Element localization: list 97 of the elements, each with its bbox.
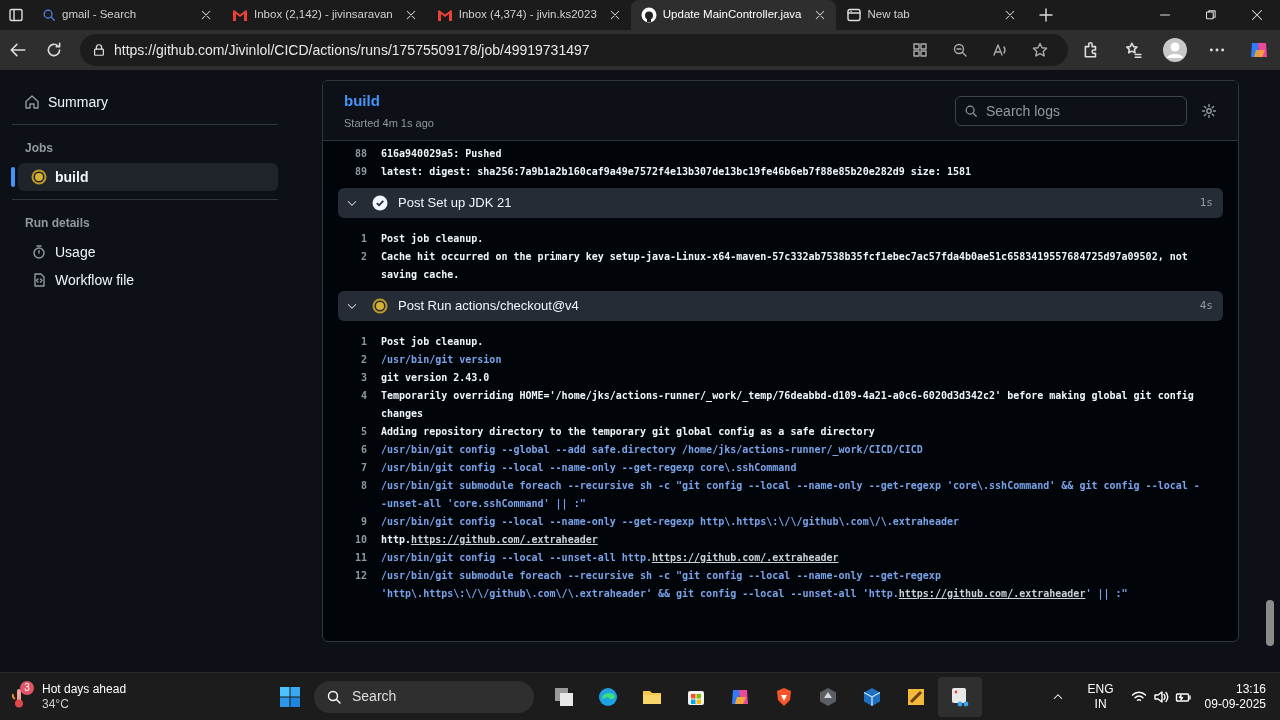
snipping-tool-icon[interactable]: [938, 676, 982, 717]
line-number: 88: [353, 147, 367, 161]
command-line: /usr/bin/git config --local --name-only --get-regexp core\.sshCommand: [381, 461, 798, 475]
taskbar-search[interactable]: Search: [314, 680, 534, 713]
command-line: /usr/bin/git submodule foreach --recursive sh -c "git config --local --name-only --get-regexp 'http\.https\:\/\/github\.com\/\.extraheader' && git config --local --unset-all 'http.https://github.com/.extraheader' || :": [381, 569, 1129, 602]
browser-tab[interactable]: Inbox (4,374) - jivin.ks2023: [426, 0, 631, 30]
line-number: 8: [359, 479, 367, 493]
temperature: 34°C: [42, 696, 70, 712]
home-icon: [24, 94, 40, 110]
code-file-icon: [31, 272, 47, 288]
in-progress-icon: [31, 169, 47, 185]
close-icon[interactable]: [1003, 9, 1016, 21]
search-placeholder: Search: [352, 687, 397, 706]
log-line: latest: digest: sha256:7a9b1a2b160caf9a49e7572f4e13b307de13bc19fe46b6eb7f88e85b20e282d9 size: 1581: [381, 165, 972, 179]
line-number: 1: [359, 335, 367, 349]
item-label: Usage: [55, 242, 96, 262]
sidebar-item[interactable]: Workflow file: [18, 266, 278, 294]
summary-link[interactable]: Summary: [12, 88, 278, 116]
check-circle-icon: [372, 195, 388, 211]
log-link[interactable]: https://github.com/.extraheader: [898, 588, 1086, 599]
tab-title: gmail - Search: [62, 7, 138, 23]
line-number: 3: [359, 371, 367, 385]
log-line: Post job cleanup.: [381, 335, 485, 349]
line-number: 12: [353, 569, 367, 583]
notification-badge: 3: [20, 680, 34, 695]
search-icon: [964, 103, 978, 118]
log-line: 616a940029a5: Pushed: [381, 147, 503, 161]
stopwatch-icon: [31, 244, 47, 260]
tab-title: Inbox (4,374) - jivin.ks2023: [458, 7, 597, 23]
line-number: 5: [359, 425, 367, 439]
job-start-time: Started 4m 1s ago: [344, 115, 435, 131]
envelope-icon: [232, 8, 248, 22]
window-icon: [845, 7, 862, 23]
scrollbar-thumb[interactable]: [1266, 600, 1274, 646]
close-icon[interactable]: [200, 9, 212, 21]
line-number: 11: [353, 551, 367, 565]
line-number: 2: [359, 250, 367, 264]
line-number: 2: [359, 353, 367, 367]
browser-tab[interactable]: Update MainController.java: [630, 0, 836, 30]
thermometer-icon: [12, 686, 26, 709]
line-number: 10: [353, 533, 367, 547]
language-indicator[interactable]: ENG IN: [1078, 681, 1123, 712]
log-line: git version 2.43.0: [381, 371, 491, 385]
close-icon[interactable]: [813, 9, 826, 21]
tab-title: Update MainController.java: [662, 7, 802, 23]
log-line: http.https://github.com/.extraheader: [381, 533, 599, 547]
log-line: Temporarily overriding HOME='/home/jks/actions-runner/_work/_temp/76deabbd-d109-4a21-a0c6-6020d3d342c2' before making global git config changes: [381, 389, 1195, 421]
browser-tab[interactable]: Inbox (2,142) - jivinsaravan: [222, 0, 427, 30]
step-duration: 4s: [1199, 297, 1213, 314]
line-number: 7: [359, 461, 367, 475]
log-line: Cache hit occurred on the primary key setup-java-Linux-x64-maven-57c332ab7538b35fcf1ebec7ac57fda4b0ae51c6583419557684725d97a09502, not saving cache.: [381, 250, 1189, 282]
log-line: Post job cleanup.: [381, 232, 485, 246]
envelope-icon: [436, 8, 453, 22]
address-bar[interactable]: https://github.com/Jivinlol/CICD/actions/runs/17575509178/job/49919731497: [80, 34, 1068, 66]
in-progress-icon: [372, 298, 388, 314]
command-line: /usr/bin/git config --local --unset-all http.https://github.com/.extraheader: [381, 551, 840, 565]
section-heading: Jobs: [24, 140, 54, 157]
line-number: 1: [359, 232, 367, 246]
line-number: 4: [359, 389, 367, 403]
log-line: Adding repository directory to the temporary git global config as a safe directory: [381, 425, 876, 439]
step-title: Post Run actions/checkout@v4: [398, 297, 580, 316]
step-duration: 1s: [1199, 194, 1213, 211]
line-number: 6: [359, 443, 367, 457]
close-icon[interactable]: [404, 9, 417, 21]
command-line: /usr/bin/git config --local --name-only --get-regexp http\.https\:\/\/github\.com\/\.extraheader: [381, 515, 960, 529]
log-link[interactable]: https://github.com/.extraheader: [651, 552, 839, 563]
browser-tab[interactable]: gmail - Search: [32, 0, 222, 30]
command-line: /usr/bin/git config --global --add safe.directory /home/jks/actions-runner/_work/CICD/CICD: [381, 443, 924, 458]
item-label: Workflow file: [55, 270, 135, 290]
step-header[interactable]: Post Run actions/checkout@v4 4s: [338, 291, 1223, 321]
volume-icon[interactable]: [1152, 688, 1169, 705]
command-line: /usr/bin/git submodule foreach --recursive sh -c "git config --local --name-only --get-regexp 'core\.sshCommand' && git config --local --unset-all 'core.sshCommand' || :": [381, 479, 1201, 512]
sidebar-item[interactable]: Usage: [18, 238, 278, 266]
tab-title: Inbox (2,142) - jivinsaravan: [254, 7, 393, 23]
line-number: 89: [353, 165, 367, 179]
tab-title: New tab: [867, 7, 911, 23]
selection-indicator: [11, 167, 15, 187]
weather-title[interactable]: Hot days ahead: [42, 681, 127, 697]
item-label: build: [55, 167, 89, 187]
close-icon[interactable]: [608, 9, 621, 21]
summary-label: Summary: [48, 92, 108, 112]
search-icon: [42, 8, 56, 22]
step-header[interactable]: Post Set up JDK 21 1s: [338, 188, 1223, 218]
lock-icon: [92, 43, 106, 57]
step-title: Post Set up JDK 21: [398, 194, 513, 213]
clock[interactable]: 13:16 09-09-2025: [1204, 681, 1266, 712]
job-title: build: [344, 91, 381, 111]
new-tab-icon[interactable]: [1037, 7, 1054, 23]
log-link[interactable]: https://github.com/.extraheader: [411, 534, 598, 545]
browser-tab[interactable]: New tab: [835, 0, 1026, 30]
section-heading: Run details: [24, 215, 91, 232]
search-icon: [326, 688, 342, 705]
settings-icon[interactable]: [1201, 102, 1217, 119]
url-text: https://github.com/Jivinlol/CICD/actions/runs/17575509178/job/49919731497: [114, 40, 591, 60]
command-line: /usr/bin/git version: [381, 353, 503, 367]
search-field[interactable]: Search logs: [955, 95, 1187, 126]
line-number: 9: [359, 515, 367, 529]
